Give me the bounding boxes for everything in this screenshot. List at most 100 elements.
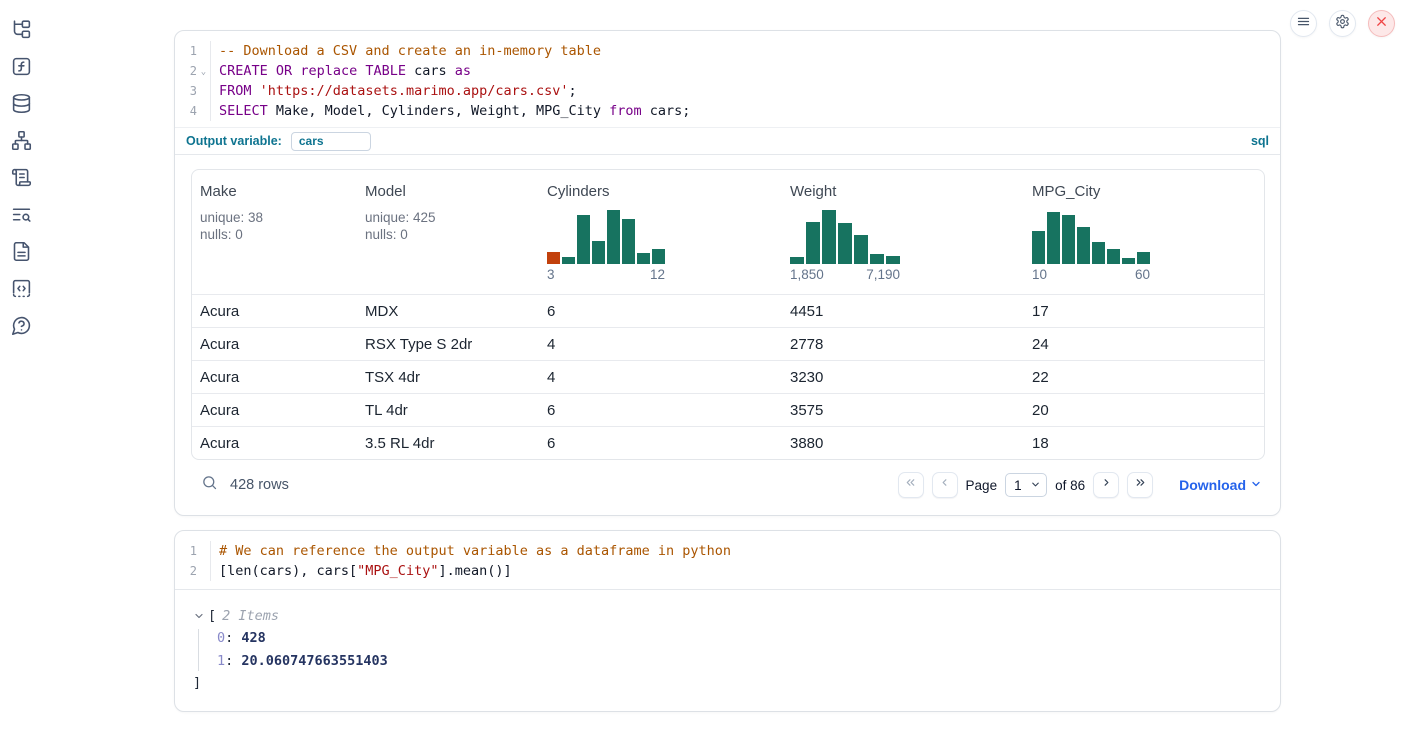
column-stat: nulls: 0: [365, 226, 531, 243]
first-page-button[interactable]: [898, 472, 924, 498]
column-histogram: 3 12: [547, 210, 774, 282]
file-explorer-button[interactable]: [9, 20, 33, 44]
table-search-button[interactable]: [197, 473, 221, 497]
column-header-cylinders[interactable]: Cylinders312: [539, 170, 782, 294]
table-cell: 6: [539, 427, 782, 459]
histogram-bar: [870, 254, 884, 264]
table-cell: 3880: [782, 427, 1024, 459]
shutdown-button[interactable]: [1368, 10, 1395, 37]
line-number: 2: [175, 561, 197, 581]
histogram-max-label: 12: [650, 267, 665, 282]
table-cell: 22: [1024, 361, 1265, 393]
column-header-make[interactable]: Makeunique: 38nulls: 0: [192, 170, 357, 294]
table-row: AcuraRSX Type S 2dr4277824: [192, 327, 1264, 360]
histogram-axis-labels: 10 60: [1032, 267, 1150, 282]
table-cell: Acura: [192, 328, 357, 360]
table-cell: Acura: [192, 295, 357, 327]
variables-button[interactable]: [9, 57, 33, 81]
fold-spacer: [197, 561, 210, 581]
tree-entry: 1: 20.060747663551403: [217, 650, 1262, 673]
histogram-bar: [822, 210, 836, 264]
chevron-down-icon: [1250, 477, 1262, 493]
documentation-button[interactable]: [9, 242, 33, 266]
column-title: MPG_City: [1032, 183, 1258, 200]
code-token: cars: [406, 63, 455, 79]
histogram-max-label: 60: [1135, 267, 1150, 282]
histogram-bar: [1137, 252, 1150, 264]
next-page-button[interactable]: [1093, 472, 1119, 498]
histogram-min-label: 10: [1032, 267, 1047, 282]
output-variable-input[interactable]: [291, 132, 371, 151]
left-sidebar: [0, 0, 42, 729]
sql-code-editor[interactable]: 1-- Download a CSV and create an in-memo…: [175, 31, 1280, 127]
histogram-bar: [637, 253, 650, 264]
datasources-button[interactable]: [9, 94, 33, 118]
table-body: AcuraMDX6445117AcuraRSX Type S 2dr427782…: [192, 294, 1264, 459]
column-header-weight[interactable]: Weight1,8507,190: [782, 170, 1024, 294]
hamburger-menu-icon: [1296, 14, 1311, 34]
tree-entry-separator: :: [225, 630, 241, 646]
settings-button[interactable]: [1329, 10, 1356, 37]
page-select[interactable]: 1: [1005, 473, 1047, 497]
code-line: 2⌄CREATE OR replace TABLE cars as: [175, 61, 1280, 81]
column-title: Weight: [790, 183, 1016, 200]
tree-open-bracket: [: [208, 608, 216, 624]
table-footer: 428 rows Page 1 of 86: [191, 460, 1264, 508]
gear-icon: [1335, 14, 1350, 34]
code-text: # We can reference the output variable a…: [210, 541, 1280, 561]
help-bubble-icon: [11, 315, 32, 341]
tree-entry-key: 0: [217, 630, 225, 646]
code-text: [len(cars), cars["MPG_City"].mean()]: [210, 561, 1280, 581]
code-token: 'https://datasets.marimo.app/cars.csv': [260, 83, 569, 99]
column-stat: unique: 425: [365, 209, 531, 226]
help-button[interactable]: [9, 316, 33, 340]
code-token: TABLE: [365, 63, 406, 79]
column-header-mpg_city[interactable]: MPG_City 10 60: [1024, 170, 1265, 294]
page-total-label: of 86: [1055, 478, 1085, 493]
tree-entry-value: 20.060747663551403: [241, 653, 387, 669]
text-search-icon: [11, 204, 32, 230]
column-histogram: 10 60: [1032, 210, 1258, 282]
tree-entries: 0: 4281: 20.060747663551403: [193, 627, 1262, 673]
code-token: [len(cars), cars[: [219, 563, 357, 579]
page-label: Page: [966, 478, 998, 493]
table-cell: TL 4dr: [357, 394, 539, 426]
table-cell: 4: [539, 328, 782, 360]
download-button[interactable]: Download: [1179, 477, 1262, 493]
tree-collapse-chevron-icon[interactable]: [193, 610, 205, 622]
scroll-icon: [11, 167, 32, 193]
sql-cell-footer: Output variable: sql: [175, 127, 1280, 155]
previous-page-button[interactable]: [932, 472, 958, 498]
fold-spacer: [197, 101, 210, 121]
database-icon: [11, 93, 32, 119]
notebook-menu-button[interactable]: [1290, 10, 1317, 37]
python-code-editor[interactable]: 1 # We can reference the output variable …: [175, 531, 1280, 590]
table-cell: 6: [539, 394, 782, 426]
code-token: as: [455, 63, 471, 79]
column-stat: unique: 38: [200, 209, 349, 226]
last-page-button[interactable]: [1127, 472, 1153, 498]
line-number: 1: [175, 541, 197, 561]
table-row: Acura3.5 RL 4dr6388018: [192, 426, 1264, 459]
output-variable-label: Output variable:: [186, 134, 282, 148]
histogram-min-label: 3: [547, 267, 555, 282]
code-token: [268, 63, 276, 79]
table-cell: 4451: [782, 295, 1024, 327]
table-cell: Acura: [192, 361, 357, 393]
tree-entry-key: 1: [217, 653, 225, 669]
histogram-bar: [1032, 231, 1045, 264]
line-number: 4: [175, 101, 197, 121]
histogram-bar: [592, 241, 605, 264]
logs-search-button[interactable]: [9, 205, 33, 229]
code-text: -- Download a CSV and create an in-memor…: [210, 41, 1280, 61]
page-select-value: 1: [1014, 478, 1022, 493]
snippets-button[interactable]: [9, 279, 33, 303]
code-snippet-icon: [11, 278, 32, 304]
dependency-graph-button[interactable]: [9, 131, 33, 155]
table-row: AcuraTL 4dr6357520: [192, 393, 1264, 426]
fold-chevron-icon[interactable]: ⌄: [197, 61, 210, 81]
column-header-model[interactable]: Modelunique: 425nulls: 0: [357, 170, 539, 294]
scratchpad-button[interactable]: [9, 168, 33, 192]
code-token: cars;: [642, 103, 691, 119]
tree-close-bracket: ]: [193, 673, 1262, 693]
